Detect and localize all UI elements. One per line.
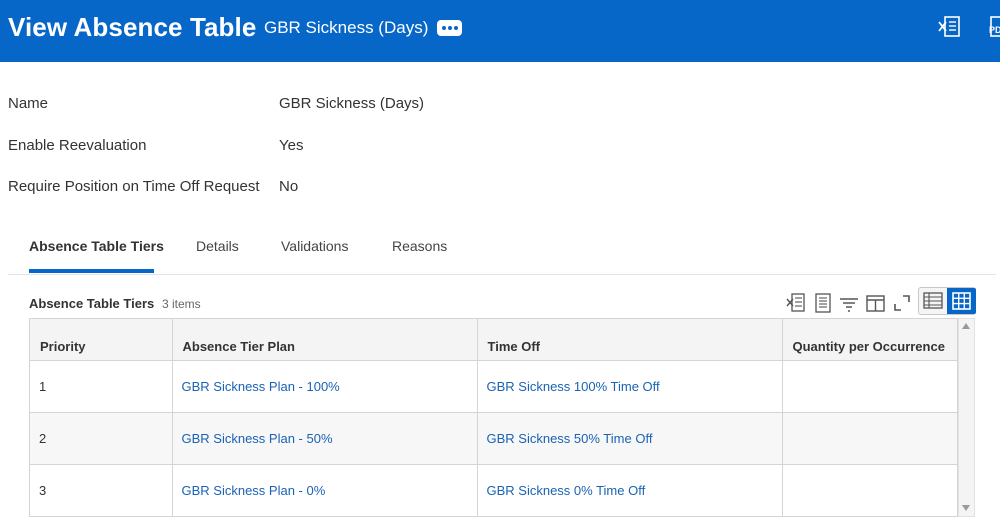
grid-item-count: 3 items (162, 297, 201, 311)
time-off-link[interactable]: GBR Sickness 50% Time Off (477, 412, 783, 465)
field-label-enable-reevaluation: Enable Reevaluation (8, 137, 147, 154)
active-tab-indicator (29, 269, 154, 273)
tab-details[interactable]: Details (196, 238, 239, 254)
absence-tiers-table: Priority Absence Tier Plan Time Off Quan… (29, 318, 958, 517)
absence-tier-plan-link[interactable]: GBR Sickness Plan - 100% (172, 360, 478, 413)
column-header-absence-tier-plan[interactable]: Absence Tier Plan (172, 319, 478, 361)
cell-priority: 2 (30, 412, 173, 465)
field-label-require-position: Require Position on Time Off Request (8, 178, 260, 195)
tab-reasons[interactable]: Reasons (392, 238, 447, 254)
tab-absence-table-tiers[interactable]: Absence Table Tiers (29, 238, 164, 254)
export-pdf-icon[interactable] (812, 292, 834, 314)
more-horizontal-icon (442, 26, 446, 30)
table-row: 3 GBR Sickness Plan - 0% GBR Sickness 0%… (30, 464, 957, 516)
grid-title: Absence Table Tiers (29, 296, 155, 311)
page-header: View Absence Table GBR Sickness (Days) P… (0, 0, 1000, 62)
list-view-icon[interactable] (919, 288, 947, 314)
filter-icon[interactable] (838, 292, 860, 314)
more-horizontal-icon (454, 26, 458, 30)
table-row: 1 GBR Sickness Plan - 100% GBR Sickness … (30, 360, 957, 413)
export-pdf-icon[interactable]: PD (986, 15, 1000, 39)
column-config-icon[interactable] (865, 292, 887, 314)
time-off-link[interactable]: GBR Sickness 100% Time Off (477, 360, 783, 413)
related-actions-button[interactable] (437, 20, 462, 36)
column-header-quantity-per-occurrence[interactable]: Quantity per Occurrence (782, 319, 957, 361)
svg-text:PD: PD (989, 25, 1000, 35)
table-scrollbar[interactable] (958, 318, 975, 517)
cell-quantity-per-occurrence (782, 464, 957, 516)
grid-view-icon[interactable] (947, 288, 976, 314)
scroll-up-arrow-icon[interactable] (962, 323, 970, 329)
tab-validations[interactable]: Validations (281, 238, 348, 254)
fullscreen-icon[interactable] (891, 292, 913, 314)
export-excel-icon[interactable] (938, 15, 962, 39)
page-title: View Absence Table (8, 12, 257, 42)
cell-priority: 3 (30, 464, 173, 516)
table-header-row: Priority Absence Tier Plan Time Off Quan… (30, 319, 957, 361)
column-header-time-off[interactable]: Time Off (477, 319, 783, 361)
page-subtitle: GBR Sickness (Days) (264, 18, 429, 37)
cell-priority: 1 (30, 360, 173, 413)
scroll-down-arrow-icon[interactable] (962, 505, 970, 511)
more-horizontal-icon (448, 26, 452, 30)
cell-quantity-per-occurrence (782, 412, 957, 465)
field-label-name: Name (8, 95, 49, 112)
tab-divider (8, 274, 996, 275)
time-off-link[interactable]: GBR Sickness 0% Time Off (477, 464, 783, 516)
view-toggle (918, 287, 976, 315)
field-value-name: GBR Sickness (Days) (279, 95, 425, 112)
column-header-priority[interactable]: Priority (30, 319, 173, 361)
cell-quantity-per-occurrence (782, 360, 957, 413)
table-row: 2 GBR Sickness Plan - 50% GBR Sickness 5… (30, 412, 957, 465)
absence-tier-plan-link[interactable]: GBR Sickness Plan - 0% (172, 464, 478, 516)
field-value-enable-reevaluation: Yes (279, 137, 304, 154)
absence-tier-plan-link[interactable]: GBR Sickness Plan - 50% (172, 412, 478, 465)
export-excel-icon[interactable] (785, 292, 807, 314)
field-value-require-position: No (279, 178, 299, 195)
